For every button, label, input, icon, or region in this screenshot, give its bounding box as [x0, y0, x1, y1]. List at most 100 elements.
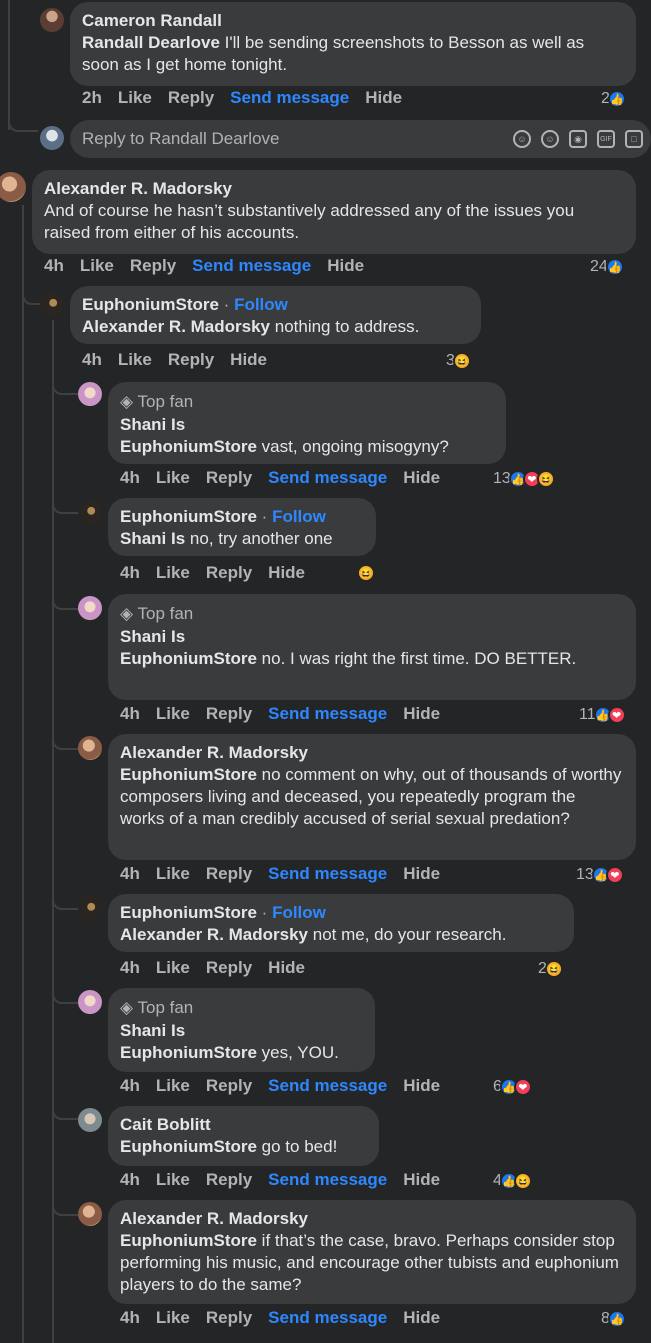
mention[interactable]: Randall Dearlove — [82, 33, 220, 52]
comment-time[interactable]: 4h — [44, 256, 64, 276]
reply-button[interactable]: Reply — [168, 88, 214, 108]
comment-time[interactable]: 4h — [82, 350, 102, 370]
reply-box[interactable]: Reply to Randall Dearlove ☺ ☺ ◉ GIF □ — [70, 120, 651, 158]
send-message-button[interactable]: Send message — [268, 1170, 387, 1190]
mention[interactable]: EuphoniumStore — [120, 1043, 257, 1062]
reaction-summary[interactable]: 2 😆 — [538, 960, 563, 978]
reaction-summary[interactable]: 2 👍 — [601, 90, 626, 108]
reply-button[interactable]: Reply — [130, 256, 176, 276]
hide-button[interactable]: Hide — [268, 958, 305, 978]
comment-author[interactable]: Cameron Randall — [82, 10, 624, 32]
like-button[interactable]: Like — [156, 1308, 190, 1328]
reaction-summary[interactable]: 3 😆 — [446, 352, 471, 370]
gif-icon[interactable]: GIF — [597, 130, 615, 148]
avatar[interactable] — [78, 990, 102, 1014]
avatar[interactable] — [40, 292, 64, 316]
reply-button[interactable]: Reply — [206, 1308, 252, 1328]
send-message-button[interactable]: Send message — [192, 256, 311, 276]
mention[interactable]: EuphoniumStore — [120, 1137, 257, 1156]
like-button[interactable]: Like — [80, 256, 114, 276]
like-button[interactable]: Like — [156, 563, 190, 583]
follow-button[interactable]: Follow — [234, 295, 288, 314]
camera-icon[interactable]: ◉ — [569, 130, 587, 148]
avatar-sticker-icon[interactable]: ☺ — [513, 130, 531, 148]
reply-button[interactable]: Reply — [206, 468, 252, 488]
hide-button[interactable]: Hide — [403, 1170, 440, 1190]
reaction-summary[interactable]: 11 👍 ❤ — [579, 706, 626, 724]
avatar[interactable] — [0, 172, 26, 202]
avatar[interactable] — [78, 1108, 102, 1132]
like-button[interactable]: Like — [156, 1076, 190, 1096]
comment-author[interactable]: Alexander R. Madorsky — [120, 742, 624, 764]
like-button[interactable]: Like — [156, 1170, 190, 1190]
comment-time[interactable]: 4h — [120, 958, 140, 978]
reaction-summary[interactable]: 13 👍 ❤ — [576, 866, 624, 884]
comment-author[interactable]: Shani Is — [120, 414, 494, 436]
hide-button[interactable]: Hide — [403, 1076, 440, 1096]
hide-button[interactable]: Hide — [230, 350, 267, 370]
like-button[interactable]: Like — [156, 704, 190, 724]
reaction-summary[interactable]: 8 👍 — [601, 1310, 626, 1328]
avatar[interactable] — [78, 896, 102, 920]
like-button[interactable]: Like — [156, 864, 190, 884]
send-message-button[interactable]: Send message — [268, 864, 387, 884]
avatar[interactable] — [78, 500, 102, 524]
send-message-button[interactable]: Send message — [268, 704, 387, 724]
reaction-summary[interactable]: 6 👍 ❤ — [493, 1078, 532, 1096]
reply-button[interactable]: Reply — [206, 1076, 252, 1096]
reaction-summary[interactable]: 13 👍 ❤ 😆 — [493, 470, 555, 488]
comment-time[interactable]: 4h — [120, 1308, 140, 1328]
comment-time[interactable]: 4h — [120, 1170, 140, 1190]
reaction-summary[interactable]: 24 👍 — [590, 258, 624, 276]
hide-button[interactable]: Hide — [327, 256, 364, 276]
reply-button[interactable]: Reply — [168, 350, 214, 370]
send-message-button[interactable]: Send message — [268, 468, 387, 488]
comment-author[interactable]: Cait Boblitt — [120, 1114, 367, 1136]
hide-button[interactable]: Hide — [365, 88, 402, 108]
comment-time[interactable]: 4h — [120, 704, 140, 724]
like-button[interactable]: Like — [156, 958, 190, 978]
comment-author[interactable]: Shani Is — [120, 1020, 363, 1042]
hide-button[interactable]: Hide — [403, 864, 440, 884]
comment-author[interactable]: Alexander R. Madorsky — [120, 1208, 624, 1230]
like-button[interactable]: Like — [118, 88, 152, 108]
comment-time[interactable]: 4h — [120, 1076, 140, 1096]
reply-input[interactable]: Reply to Randall Dearlove — [82, 129, 513, 149]
comment-time[interactable]: 4h — [120, 864, 140, 884]
like-button[interactable]: Like — [118, 350, 152, 370]
send-message-button[interactable]: Send message — [268, 1308, 387, 1328]
avatar[interactable] — [40, 8, 64, 32]
like-button[interactable]: Like — [156, 468, 190, 488]
avatar[interactable] — [78, 382, 102, 406]
comment-time[interactable]: 4h — [120, 563, 140, 583]
follow-button[interactable]: Follow — [272, 507, 326, 526]
mention[interactable]: Shani Is — [120, 529, 185, 548]
reply-button[interactable]: Reply — [206, 864, 252, 884]
mention[interactable]: EuphoniumStore — [120, 437, 257, 456]
avatar[interactable] — [78, 596, 102, 620]
comment-author[interactable]: Alexander R. Madorsky — [44, 178, 624, 200]
send-message-button[interactable]: Send message — [268, 1076, 387, 1096]
comment-time[interactable]: 4h — [120, 468, 140, 488]
mention[interactable]: Alexander R. Madorsky — [82, 317, 270, 336]
hide-button[interactable]: Hide — [403, 468, 440, 488]
reply-button[interactable]: Reply — [206, 958, 252, 978]
reply-button[interactable]: Reply — [206, 1170, 252, 1190]
reaction-summary[interactable]: 4 👍 😆 — [493, 1172, 532, 1190]
mention[interactable]: EuphoniumStore — [120, 649, 257, 668]
comment-time[interactable]: 2h — [82, 88, 102, 108]
reply-button[interactable]: Reply — [206, 563, 252, 583]
mention[interactable]: EuphoniumStore — [120, 765, 257, 784]
reaction-summary[interactable]: 😆 — [357, 564, 375, 582]
sticker-icon[interactable]: □ — [625, 130, 643, 148]
mention[interactable]: Alexander R. Madorsky — [120, 925, 308, 944]
emoji-icon[interactable]: ☺ — [541, 130, 559, 148]
hide-button[interactable]: Hide — [403, 1308, 440, 1328]
hide-button[interactable]: Hide — [403, 704, 440, 724]
avatar[interactable] — [78, 1202, 102, 1226]
hide-button[interactable]: Hide — [268, 563, 305, 583]
send-message-button[interactable]: Send message — [230, 88, 349, 108]
follow-button[interactable]: Follow — [272, 903, 326, 922]
mention[interactable]: EuphoniumStore — [120, 1231, 257, 1250]
comment-author[interactable]: Shani Is — [120, 626, 624, 648]
